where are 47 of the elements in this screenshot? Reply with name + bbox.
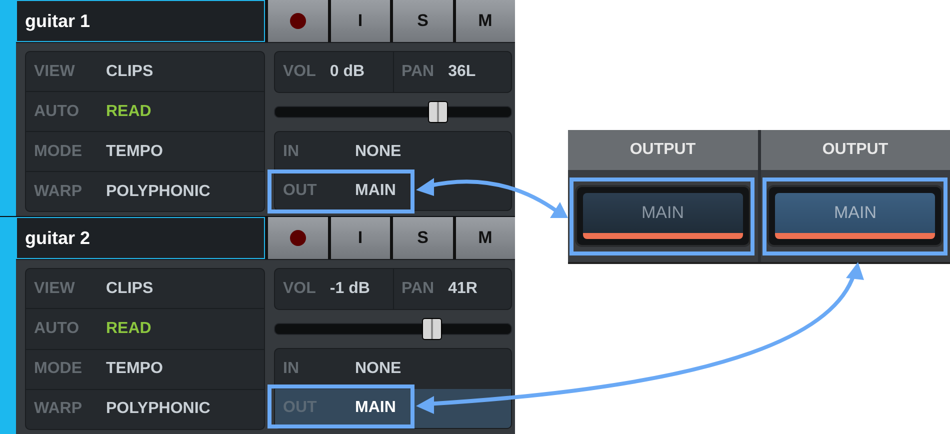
fader-track[interactable] [274,318,512,340]
record-icon [290,13,306,29]
volume-label: VOL [283,63,316,81]
setting-label: MODE [34,142,83,160]
volume-label: VOL [283,280,316,298]
output-header: OUTPUT [760,130,950,170]
setting-label: WARP [34,182,83,200]
record-button[interactable] [268,0,328,42]
output-button[interactable]: MAIN [582,193,743,239]
pan-value[interactable]: 36L [448,63,476,81]
volume-value[interactable]: -1 dB [330,280,370,298]
pan-value[interactable]: 41R [448,280,478,298]
pan-label: PAN [402,280,434,298]
mute-button[interactable]: M [456,217,515,259]
setting-label: AUTO [34,320,80,338]
track-name-field[interactable]: guitar 2 [16,217,265,259]
pan-label: PAN [402,63,434,81]
setting-value[interactable]: TEMPO [106,142,163,160]
output-header: OUTPUT [568,130,758,170]
setting-label: VIEW [34,62,76,80]
setting-value[interactable]: TEMPO [106,360,163,378]
setting-label: MODE [34,360,83,378]
fader-thumb[interactable] [428,101,448,123]
setting-label: AUTO [34,102,80,120]
volume-value[interactable]: 0 dB [330,63,365,81]
routing-row[interactable]: IN NONE [275,349,511,388]
setting-label: WARP [34,400,83,418]
mute-button[interactable]: M [456,0,515,42]
record-button[interactable] [268,217,328,259]
track-name-field[interactable]: guitar 1 [16,0,265,42]
routing-row[interactable]: OUT MAIN [275,171,511,210]
setting-label: VIEW [34,280,76,298]
setting-value[interactable]: READ [106,102,152,120]
record-icon [290,230,306,246]
solo-button[interactable]: S [393,0,452,42]
setting-value[interactable]: POLYPHONIC [106,400,210,418]
fader-thumb[interactable] [422,318,442,340]
solo-button[interactable]: S [393,217,452,259]
input-button[interactable]: I [330,0,390,42]
setting-value[interactable]: READ [106,320,152,338]
output-button[interactable]: MAIN [775,193,936,239]
setting-value[interactable]: CLIPS [106,62,154,80]
routing-row[interactable]: IN NONE [275,132,511,171]
input-button[interactable]: I [330,217,390,259]
setting-value[interactable]: POLYPHONIC [106,182,210,200]
fader-track[interactable] [274,101,512,123]
setting-value[interactable]: CLIPS [106,280,154,298]
